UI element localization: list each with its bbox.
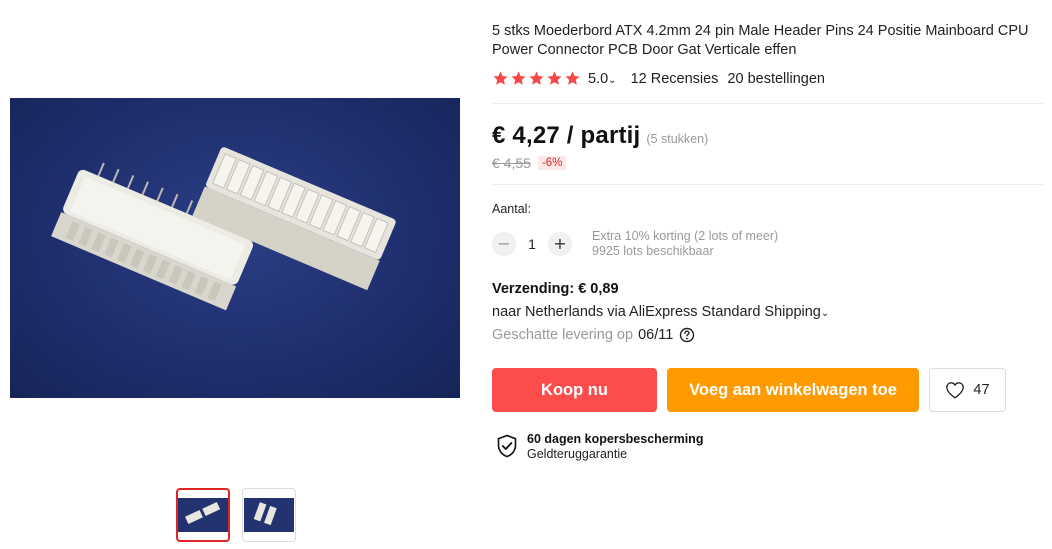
heart-icon	[946, 382, 965, 399]
order-count: 20 bestellingen	[727, 70, 825, 87]
discount-badge: -6%	[537, 156, 567, 170]
current-price: € 4,27 / partij	[492, 122, 641, 149]
lot-size-note: (5 stukken)	[646, 132, 709, 146]
star-rating	[492, 70, 581, 87]
action-buttons: Koop nu Voeg aan winkelwagen toe 47	[492, 368, 1044, 412]
thumbnail-strip	[176, 488, 296, 542]
add-to-cart-button[interactable]: Voeg aan winkelwagen toe	[667, 368, 919, 412]
thumbnail-1[interactable]	[176, 488, 230, 542]
buy-now-button[interactable]: Koop nu	[492, 368, 657, 412]
star-icon	[565, 71, 580, 85]
buyer-protection: 60 dagen kopersbescherming Geldteruggara…	[496, 432, 1044, 461]
quantity-stepper: − 1 + Extra 10% korting (2 lots of meer)…	[492, 229, 1044, 259]
original-price: € 4,55	[492, 155, 531, 171]
price-row: € 4,27 / partij (5 stukken)	[492, 122, 1044, 150]
rating-score[interactable]: 5.0⌄	[588, 71, 617, 87]
shipping-method[interactable]: naar Netherlands via AliExpress Standard…	[492, 304, 1044, 320]
product-info: 5 stks Moederbord ATX 4.2mm 24 pin Male …	[492, 22, 1044, 461]
connector-illustration	[51, 147, 396, 311]
shipping-title: Verzending: € 0,89	[492, 281, 619, 297]
star-icon	[493, 71, 508, 85]
shield-check-icon	[497, 434, 517, 458]
quantity-label: Aantal:	[492, 202, 531, 216]
divider	[492, 184, 1044, 185]
quantity-input[interactable]: 1	[516, 236, 548, 252]
star-icon	[547, 71, 562, 85]
thumbnail-image	[244, 498, 294, 532]
thumbnail-2[interactable]	[242, 488, 296, 542]
review-count[interactable]: 12 Recensies	[631, 71, 719, 87]
protection-subtitle: Geldteruggarantie	[527, 447, 628, 461]
shipping-route: naar Netherlands via AliExpress Standard…	[492, 304, 821, 320]
wishlist-button[interactable]: 47	[929, 368, 1006, 412]
delivery-estimate: Geschatte levering op 06/11	[492, 327, 1044, 343]
delivery-estimate-label: Geschatte levering op	[492, 327, 634, 343]
rating-score-value: 5.0	[588, 70, 609, 87]
quantity-decrease-button[interactable]: −	[492, 232, 516, 256]
thumbnail-image	[178, 498, 228, 532]
main-product-image[interactable]	[10, 98, 460, 398]
chevron-down-icon: ⌄	[820, 308, 830, 319]
divider	[492, 103, 1044, 104]
rating-row: 5.0⌄ 12 Recensies 20 bestellingen	[492, 70, 1044, 87]
wishlist-count: 47	[973, 382, 990, 398]
product-title: 5 stks Moederbord ATX 4.2mm 24 pin Male …	[492, 23, 1029, 58]
stock-note: 9925 lots beschikbaar	[592, 244, 714, 258]
quantity-increase-button[interactable]: +	[548, 232, 572, 256]
protection-title: 60 dagen kopersbescherming	[527, 432, 704, 446]
chevron-down-icon: ⌄	[608, 74, 617, 86]
delivery-date: 06/11	[638, 327, 674, 343]
quantity-notes: Extra 10% korting (2 lots of meer) 9925 …	[592, 229, 778, 259]
original-price-row: € 4,55 -6%	[492, 155, 1044, 171]
bulk-discount-note: Extra 10% korting (2 lots of meer)	[592, 229, 779, 243]
star-icon	[511, 71, 526, 85]
star-icon	[529, 71, 544, 85]
help-icon[interactable]	[679, 327, 695, 343]
